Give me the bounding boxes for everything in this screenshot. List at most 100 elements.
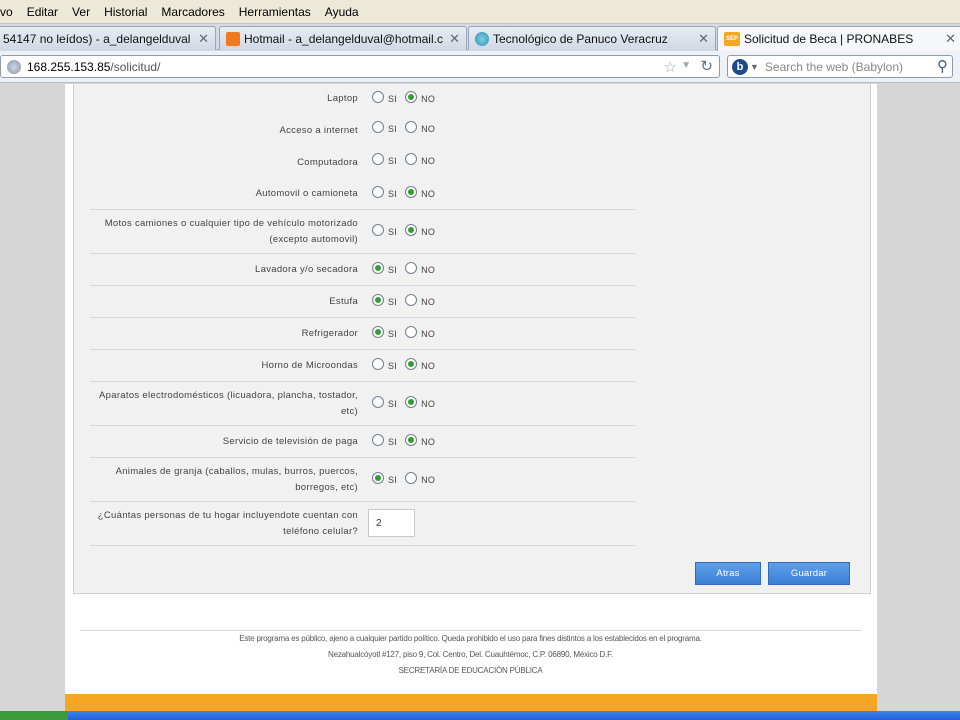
question-label: Animales de granja (caballos, mulas, bur… <box>115 466 358 493</box>
radio-si[interactable] <box>372 294 384 306</box>
radio-no-label: NO <box>421 297 436 307</box>
babylon-engine-icon[interactable]: b <box>732 58 748 75</box>
radio-group: SI NO <box>372 434 443 447</box>
radio-si[interactable] <box>372 186 384 198</box>
radio-si[interactable] <box>372 153 384 165</box>
radio-no[interactable] <box>405 186 418 198</box>
radio-si-label: SI <box>388 399 398 409</box>
radio-no[interactable] <box>405 224 418 236</box>
phone-question-label: ¿Cuántas personas de tu hogar incluyendo… <box>97 510 358 537</box>
reload-icon[interactable]: ↻ <box>700 57 713 75</box>
radio-si-label: SI <box>388 475 398 485</box>
search-box[interactable]: b ▼ Search the web (Babylon) ⚲ <box>727 55 953 78</box>
question-row: Automovil o camioneta SI NO <box>90 181 635 210</box>
radio-no[interactable] <box>405 153 418 165</box>
radio-group: SI NO <box>372 153 443 166</box>
radio-no-label: NO <box>421 437 436 447</box>
radio-si[interactable] <box>372 121 384 133</box>
question-row: Animales de granja (caballos, mulas, bur… <box>90 458 635 502</box>
radio-group: SI NO <box>372 326 443 339</box>
question-row: Computadora SI NO <box>90 151 635 173</box>
radio-si[interactable] <box>372 396 384 408</box>
radio-no-label: NO <box>421 475 436 485</box>
globe-icon <box>7 59 21 74</box>
radio-no[interactable] <box>405 294 418 306</box>
radio-no-label: NO <box>421 399 436 409</box>
menu-ayuda[interactable]: Ayuda <box>325 5 359 19</box>
menu-marcadores[interactable]: Marcadores <box>161 5 224 19</box>
radio-group: SI NO <box>372 396 443 409</box>
radio-no-label: NO <box>421 189 436 199</box>
radio-no[interactable] <box>405 434 418 446</box>
question-row: Servicio de televisión de paga SI NO <box>90 426 635 458</box>
back-button[interactable]: Atras <box>695 562 761 585</box>
close-icon[interactable]: ✕ <box>449 31 460 47</box>
question-row: Acceso a internet SI NO <box>90 119 635 141</box>
url-host: 168.255.153.85 <box>27 59 111 74</box>
radio-si-label: SI <box>388 189 398 199</box>
footer-address: Nezahualcóyotl #127, piso 9, Col. Centro… <box>328 650 613 659</box>
question-row: Lavadora y/o secadora SI NO <box>90 254 635 286</box>
menu-archivo[interactable]: vo <box>0 5 13 19</box>
tab-title: Solicitud de Beca | PRONABES <box>744 32 914 46</box>
footer-organization: SECRETARÍA DE EDUCACIÓN PÚBLICA <box>398 666 543 675</box>
question-label: Lavadora y/o secadora <box>255 264 358 275</box>
url-bar[interactable]: 168.255.153.85/solicitud/ ☆ ▼ ↻ <box>0 55 720 78</box>
radio-no[interactable] <box>405 91 418 103</box>
save-button[interactable]: Guardar <box>768 562 850 585</box>
radio-si[interactable] <box>372 91 384 103</box>
menu-ver[interactable]: Ver <box>72 5 90 19</box>
menu-herramientas[interactable]: Herramientas <box>239 5 311 19</box>
radio-no[interactable] <box>405 262 418 274</box>
radio-no-label: NO <box>421 227 436 237</box>
radio-si[interactable] <box>372 262 384 274</box>
radio-si[interactable] <box>372 472 384 484</box>
close-icon[interactable]: ✕ <box>945 31 956 47</box>
question-label: Computadora <box>297 157 358 168</box>
radio-no-label: NO <box>421 94 436 104</box>
radio-group: SI NO <box>372 121 443 134</box>
radio-no[interactable] <box>405 472 418 484</box>
tab-solicitud-beca[interactable]: SEP Solicitud de Beca | PRONABES ✕ <box>717 26 960 51</box>
radio-no[interactable] <box>405 396 418 408</box>
phone-count-input[interactable]: 2 <box>368 509 415 537</box>
radio-no-label: NO <box>421 124 436 134</box>
bookmark-star-icon[interactable]: ☆ <box>664 58 677 76</box>
url-path: /solicitud/ <box>110 59 161 74</box>
question-label: Estufa <box>329 296 358 307</box>
tab-hotmail[interactable]: Hotmail - a_delangelduval@hotmail.com ✕ <box>219 26 467 50</box>
radio-si[interactable] <box>372 224 384 236</box>
question-row: ¿Cuántas personas de tu hogar incluyendo… <box>90 502 635 546</box>
start-button[interactable] <box>0 711 68 720</box>
search-input[interactable]: Search the web (Babylon) <box>765 60 903 74</box>
search-icon[interactable]: ⚲ <box>937 57 948 75</box>
tab-title: Tecnológico de Panuco Veracruz <box>493 31 668 46</box>
tab-tecnologico[interactable]: Tecnológico de Panuco Veracruz ✕ <box>468 26 716 50</box>
radio-no[interactable] <box>405 358 418 370</box>
radio-group: SI NO <box>372 186 443 199</box>
question-label: Acceso a internet <box>279 125 358 136</box>
radio-si[interactable] <box>372 326 384 338</box>
radio-no[interactable] <box>405 121 418 133</box>
radio-si-label: SI <box>388 94 398 104</box>
tab-strip: 54147 no leídos) - a_delangelduval - Ya.… <box>0 24 960 51</box>
close-icon[interactable]: ✕ <box>698 31 709 47</box>
menu-editar[interactable]: Editar <box>27 5 58 19</box>
radio-si[interactable] <box>372 358 384 370</box>
radio-si[interactable] <box>372 434 384 446</box>
radio-no-label: NO <box>421 361 436 371</box>
chevron-down-icon[interactable]: ▼ <box>750 62 759 72</box>
chevron-down-icon[interactable]: ▼ <box>681 60 691 71</box>
tab-yahoo-mail[interactable]: 54147 no leídos) - a_delangelduval - Ya.… <box>0 26 216 50</box>
tab-title: Hotmail - a_delangelduval@hotmail.com <box>244 31 444 46</box>
radio-si-label: SI <box>388 297 398 307</box>
question-row: Refrigerador SI NO <box>90 318 635 350</box>
close-icon[interactable]: ✕ <box>198 31 209 47</box>
radio-si-label: SI <box>388 156 398 166</box>
radio-no[interactable] <box>405 326 418 338</box>
menu-historial[interactable]: Historial <box>104 5 147 19</box>
question-label: Refrigerador <box>301 328 358 339</box>
radio-si-label: SI <box>388 265 398 275</box>
radio-si-label: SI <box>388 227 398 237</box>
tab-title: 54147 no leídos) - a_delangelduval - Ya.… <box>3 31 192 46</box>
